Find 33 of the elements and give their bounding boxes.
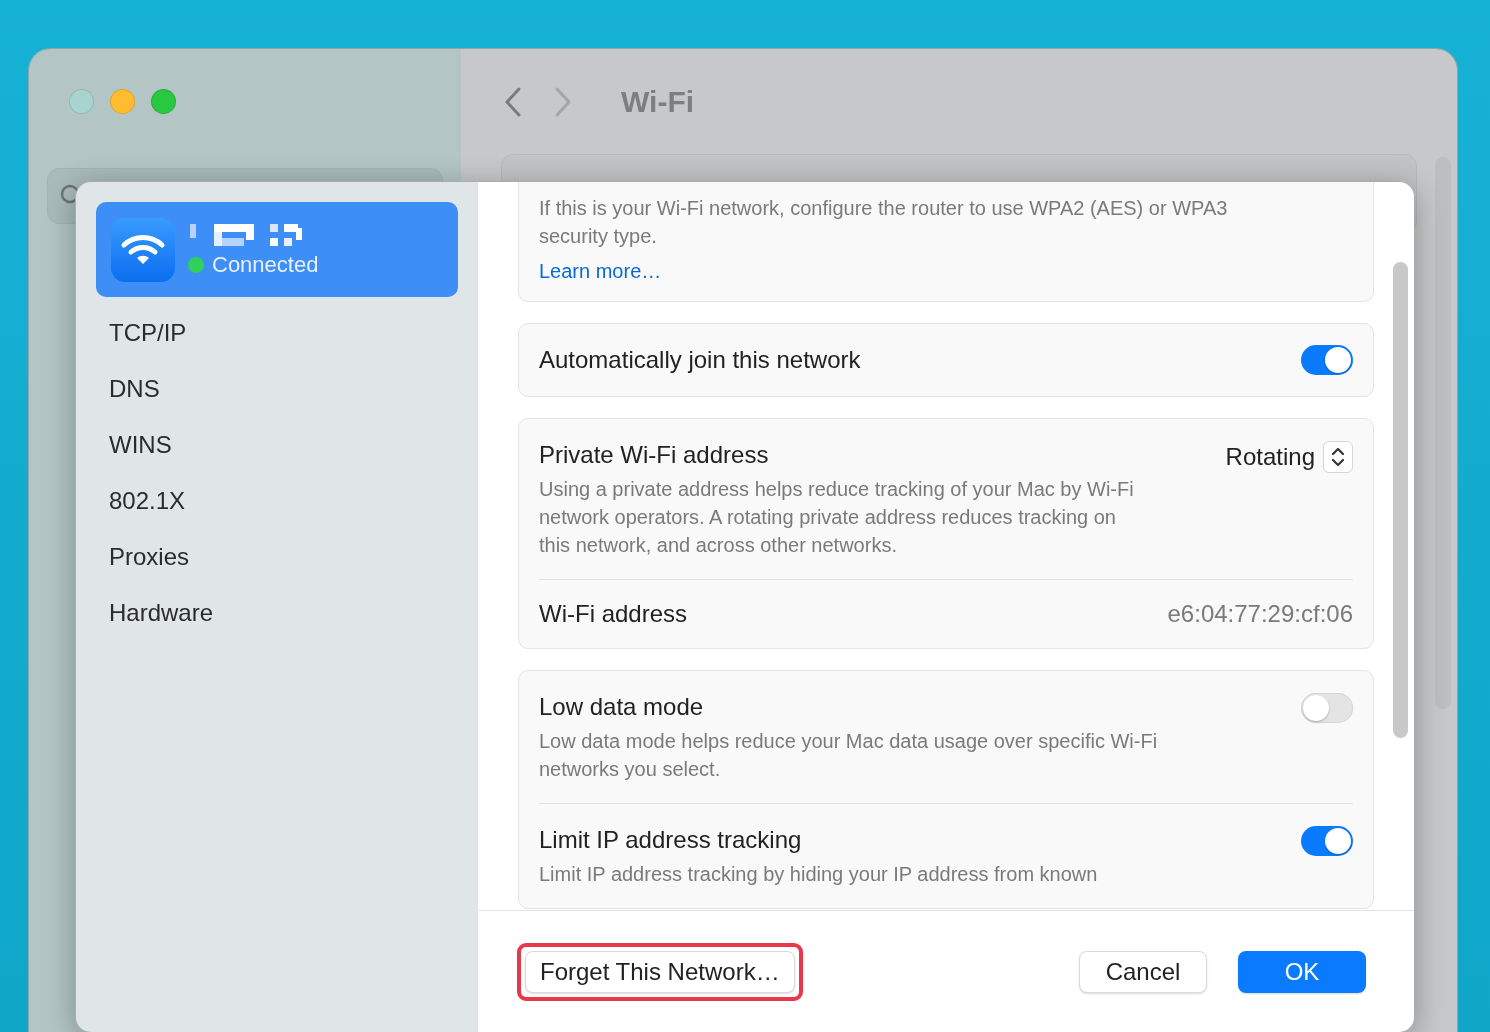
- rotating-popup[interactable]: Rotating: [1225, 441, 1353, 473]
- toggle-switch[interactable]: [1301, 345, 1353, 375]
- setting-label: Limit IP address tracking: [539, 826, 803, 854]
- setting-description: Using a private address helps reduce tracking of your Mac by Wi-Fi network operators. A rotating private address reduces tracking on this network, and across other networks.: [539, 477, 1134, 558]
- setting-description: Low data mode helps reduce your Mac data usage over specific Wi-Fi networks you select.: [539, 729, 1159, 782]
- back-button[interactable]: [503, 85, 523, 118]
- ok-button[interactable]: OK: [1238, 950, 1366, 993]
- traffic-light[interactable]: [151, 89, 176, 114]
- traffic-light[interactable]: [110, 89, 135, 114]
- setting-label: Private Wi-Fi address: [539, 441, 770, 469]
- window-title: Wi-Fi: [621, 84, 695, 119]
- scrollbar[interactable]: [1393, 262, 1408, 738]
- toggle-switch[interactable]: [1301, 693, 1353, 723]
- connection-status: Connected: [212, 251, 319, 278]
- stepper-icon: [1331, 446, 1345, 468]
- sidebar-item[interactable]: 802.1X: [96, 473, 458, 529]
- notice-text: If this is your Wi-Fi network, configure the router to use WPA2 (AES) or WPA3 security type.: [539, 196, 1229, 249]
- learn-more-link[interactable]: Learn more…: [539, 260, 662, 283]
- traffic-light[interactable]: [69, 89, 94, 114]
- sidebar-item[interactable]: DNS: [96, 361, 458, 417]
- sidebar-item[interactable]: Proxies: [96, 529, 458, 585]
- wifi-icon: [110, 216, 176, 283]
- setting-label: Automatically join this network: [539, 346, 861, 374]
- sidebar-item[interactable]: Hardware: [96, 585, 458, 641]
- setting-description: Limit IP address tracking by hiding your IP address from known: [539, 862, 1098, 887]
- dialog-button[interactable]: Forget This Network…: [525, 950, 795, 993]
- setting-label: Wi-Fi address: [539, 600, 688, 628]
- dialog-button[interactable]: Cancel: [1079, 950, 1207, 993]
- setting-label: Low data mode: [539, 693, 705, 721]
- sidebar-item[interactable]: WINS: [96, 417, 458, 473]
- sidebar-item[interactable]: TCP/IP: [96, 305, 458, 361]
- toggle-switch[interactable]: [1301, 826, 1353, 856]
- setting-value: e6:04:77:29:cf:06: [1167, 600, 1353, 628]
